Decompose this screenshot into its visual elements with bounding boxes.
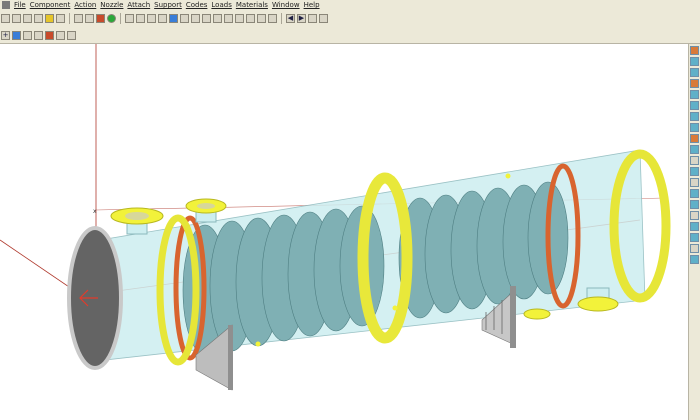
arrow-forward-icon[interactable]	[319, 14, 328, 23]
menu-loads[interactable]: Loads	[209, 1, 233, 9]
menu-help[interactable]: Help	[302, 1, 322, 9]
cone-icon[interactable]	[690, 68, 699, 77]
menu-action[interactable]: Action	[72, 1, 98, 9]
menu-file[interactable]: File	[12, 1, 28, 9]
select-icon[interactable]	[268, 14, 277, 23]
pencil-icon[interactable]	[23, 14, 32, 23]
right-toolbar	[688, 44, 700, 420]
menu-attach[interactable]: Attach	[125, 1, 152, 9]
menu-support[interactable]: Support	[152, 1, 184, 9]
calculator-icon[interactable]	[67, 30, 76, 40]
tray-icon[interactable]	[690, 200, 699, 209]
axis-origin-marker: x	[93, 208, 97, 215]
nozzle-bottom-2[interactable]	[523, 308, 551, 320]
rotate-icon[interactable]	[257, 14, 266, 23]
help-question-icon[interactable]	[85, 14, 94, 23]
lug	[505, 173, 511, 179]
lug	[392, 305, 398, 311]
move-up-icon[interactable]	[23, 30, 32, 40]
menu-window[interactable]: Window	[270, 1, 302, 9]
toolbar-separator	[281, 13, 282, 24]
view-side-icon[interactable]	[136, 14, 145, 23]
print-icon[interactable]	[74, 14, 83, 23]
zoom-icon[interactable]	[235, 14, 244, 23]
move-down-icon[interactable]	[34, 30, 43, 40]
ladder-icon[interactable]	[690, 167, 699, 176]
properties-icon[interactable]	[56, 30, 65, 40]
platform-icon[interactable]	[690, 156, 699, 165]
app-window: File Component Action Nozzle Attach Supp…	[0, 0, 700, 420]
wireframe-icon[interactable]	[180, 14, 189, 23]
vessel-head-icon[interactable]	[690, 46, 699, 55]
copy-icon[interactable]	[34, 14, 43, 23]
main-toolbar: ◀ ▶	[0, 10, 700, 27]
table-icon[interactable]	[213, 14, 222, 23]
move-icon[interactable]: +	[1, 30, 10, 40]
layer-icon[interactable]	[191, 14, 200, 23]
weight-icon[interactable]	[690, 211, 699, 220]
body-flange-icon[interactable]	[690, 101, 699, 110]
status-green-icon[interactable]	[107, 14, 116, 23]
save-icon[interactable]	[56, 14, 65, 23]
render-icon[interactable]	[169, 14, 178, 23]
lug	[255, 341, 261, 347]
tube-icon[interactable]	[690, 233, 699, 242]
ring-icon[interactable]	[690, 123, 699, 132]
pan-icon[interactable]	[246, 14, 255, 23]
menu-codes[interactable]: Codes	[184, 1, 210, 9]
packing-icon[interactable]	[690, 189, 699, 198]
lug-icon[interactable]	[690, 134, 699, 143]
nozzle-icon[interactable]	[690, 79, 699, 88]
baffle-icon[interactable]	[690, 244, 699, 253]
arrow-back-icon[interactable]	[308, 14, 317, 23]
menu-nozzle[interactable]: Nozzle	[98, 1, 125, 9]
component-icon[interactable]	[12, 30, 21, 40]
app-system-icon[interactable]	[2, 1, 10, 9]
view-iso-icon[interactable]	[158, 14, 167, 23]
tubesheet-icon[interactable]	[690, 255, 699, 264]
shell-icon[interactable]	[690, 57, 699, 66]
flange-icon[interactable]	[690, 90, 699, 99]
force-icon[interactable]	[690, 222, 699, 231]
view-top-icon[interactable]	[147, 14, 156, 23]
saddle-icon[interactable]	[690, 112, 699, 121]
insulation-icon[interactable]	[690, 178, 699, 187]
folder-icon[interactable]	[45, 14, 54, 23]
grid-icon[interactable]	[202, 14, 211, 23]
model-viewport[interactable]: x	[0, 44, 687, 420]
toolbar-separator	[120, 13, 121, 24]
view-front-icon[interactable]	[125, 14, 134, 23]
delete-icon[interactable]	[45, 30, 54, 40]
secondary-toolbar: +	[0, 27, 700, 44]
list-icon[interactable]	[224, 14, 233, 23]
menu-materials[interactable]: Materials	[234, 1, 270, 9]
new-icon[interactable]	[1, 14, 10, 23]
toolbar-separator	[69, 13, 70, 24]
open-icon[interactable]	[12, 14, 21, 23]
arrow-right-icon[interactable]: ▶	[297, 14, 306, 23]
arrow-left-icon[interactable]: ◀	[286, 14, 295, 23]
leg-icon[interactable]	[690, 145, 699, 154]
nozzle-top-1[interactable]	[110, 207, 164, 235]
stop-icon[interactable]	[96, 14, 105, 23]
menu-component[interactable]: Component	[28, 1, 73, 9]
